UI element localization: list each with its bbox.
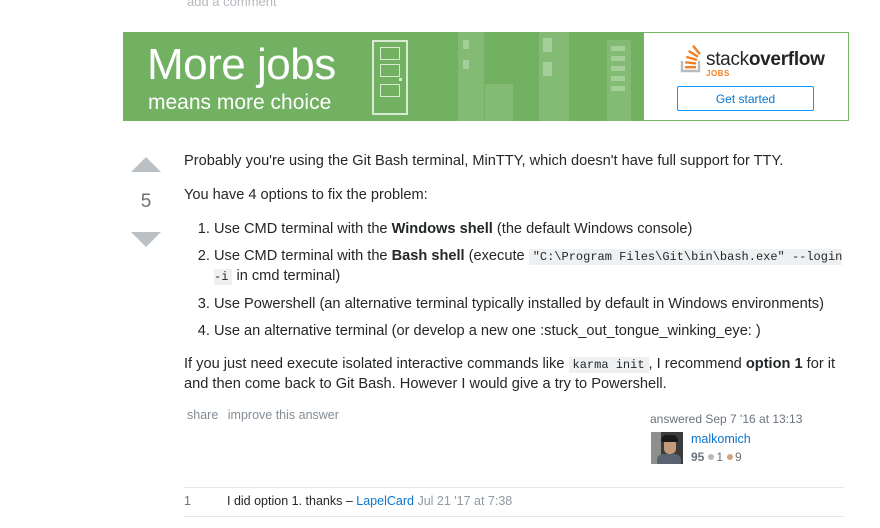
get-started-button[interactable]: Get started	[677, 86, 814, 111]
list-item: Use Powershell (an alternative terminal …	[214, 295, 844, 314]
building-window	[611, 56, 625, 61]
list-item: Use CMD terminal with the Bash shell (ex…	[214, 247, 844, 287]
building-window	[463, 40, 469, 49]
list-item: Use CMD terminal with the Windows shell …	[214, 220, 844, 239]
options-list: Use CMD terminal with the Windows shell …	[184, 220, 844, 341]
avatar-shirt	[657, 454, 681, 464]
comment-user-link[interactable]: LapelCard	[356, 494, 414, 508]
door-knob	[399, 78, 402, 81]
stackoverflow-jobs-logo: stackoverflow JOBS	[680, 43, 840, 78]
answer-body: Probably you're using the Git Bash termi…	[184, 152, 844, 409]
vote-count: 5	[140, 191, 152, 212]
silver-badge-count: 1	[716, 450, 724, 464]
comment-date[interactable]: Jul 21 '17 at 7:38	[417, 494, 512, 508]
stack-icon	[680, 44, 701, 73]
add-comment-link[interactable]: add a comment	[187, 0, 277, 9]
comment-score: 1	[184, 494, 191, 508]
user-name-link[interactable]: malkomich	[691, 432, 751, 446]
ad-subhead: means more choice	[148, 91, 332, 114]
bronze-badge-icon	[727, 454, 734, 461]
vote-up-arrow-icon[interactable]	[131, 157, 161, 172]
building-graphic	[458, 32, 484, 121]
door-panel	[380, 64, 400, 77]
reputation-score: 95	[691, 450, 705, 464]
comment-divider	[184, 487, 844, 488]
post-menu: share improve this answer	[187, 408, 345, 422]
code-snippet: karma init	[568, 357, 649, 373]
answer-paragraph: You have 4 options to fix the problem:	[184, 187, 428, 203]
building-window	[463, 60, 469, 69]
share-link[interactable]: share	[187, 408, 218, 422]
avatar[interactable]	[651, 432, 683, 464]
building-window	[611, 46, 625, 51]
answer-paragraph: If you just need execute isolated intera…	[184, 356, 836, 392]
improve-answer-link[interactable]: improve this answer	[228, 408, 339, 422]
building-window	[611, 66, 625, 71]
comment-text: I did option 1. thanks –	[227, 494, 357, 508]
avatar-hair	[661, 435, 678, 442]
building-window	[611, 86, 625, 91]
comment-divider	[184, 516, 844, 517]
list-item: Use an alternative terminal (or develop …	[214, 322, 844, 341]
jobs-ad-banner[interactable]: More jobs means more choice stackoverflo…	[123, 32, 850, 121]
building-window	[543, 38, 552, 52]
building-window	[611, 76, 625, 81]
ad-headline: More jobs	[147, 40, 336, 89]
answer-paragraph: Probably you're using the Git Bash termi…	[184, 153, 784, 169]
vote-down-arrow-icon[interactable]	[131, 232, 161, 247]
bronze-badge-count: 9	[735, 450, 742, 464]
silver-badge-icon	[708, 454, 715, 461]
ad-green-panel: More jobs means more choice	[123, 32, 644, 121]
user-reputation: 95 1 9	[691, 450, 742, 464]
building-window	[543, 62, 552, 76]
door-panel	[380, 84, 400, 97]
answered-timestamp: answered Sep 7 '16 at 13:13	[650, 412, 803, 426]
brand-jobs-label: JOBS	[706, 69, 730, 78]
brand-wordmark: stackoverflow	[706, 49, 825, 70]
door-icon	[372, 40, 408, 115]
door-panel	[380, 47, 400, 60]
ad-white-panel: stackoverflow JOBS Get started	[644, 32, 849, 121]
comment: 1 I did option 1. thanks – LapelCard Jul …	[184, 494, 512, 508]
building-graphic	[485, 84, 513, 121]
